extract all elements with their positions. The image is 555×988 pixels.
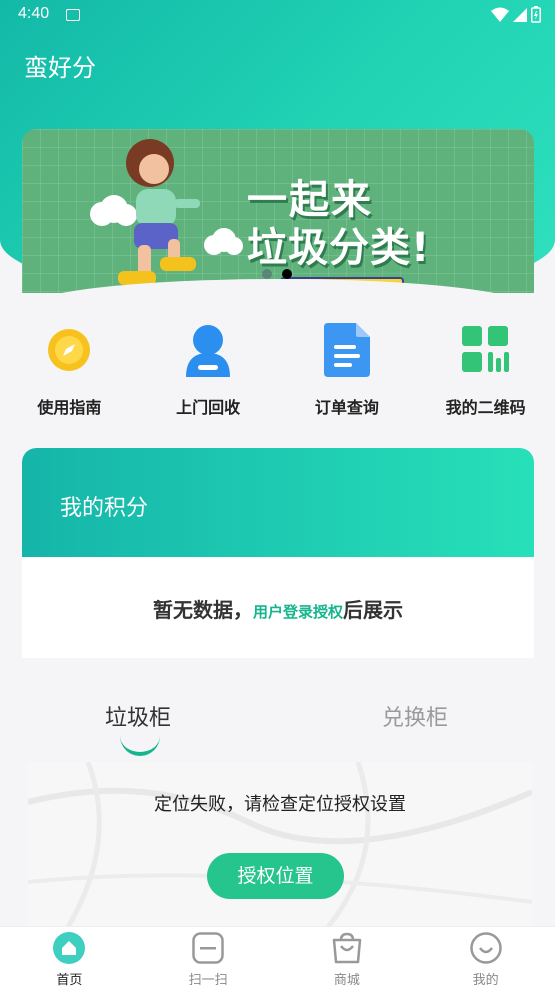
points-title: 我的积分 bbox=[60, 496, 149, 521]
status-time: 4:40 bbox=[18, 5, 50, 22]
points-empty-prefix: 暂无数据， bbox=[152, 598, 253, 622]
battery-icon bbox=[531, 6, 541, 23]
nav-label: 我的 bbox=[472, 973, 499, 988]
notification-photo-icon bbox=[66, 9, 80, 21]
quick-action-label: 我的二维码 bbox=[445, 398, 526, 417]
nav-label: 扫一扫 bbox=[188, 973, 228, 988]
banner-headline-line2: 垃圾分类! bbox=[247, 225, 431, 271]
quick-action-qrcode[interactable]: 我的二维码 bbox=[416, 318, 555, 428]
nav-label: 商城 bbox=[333, 973, 360, 988]
quick-action-label: 使用指南 bbox=[37, 398, 102, 417]
quick-action-orders[interactable]: 订单查询 bbox=[278, 318, 417, 428]
scan-icon bbox=[192, 931, 224, 964]
points-empty-suffix: 后展示 bbox=[343, 598, 403, 622]
carousel-indicator bbox=[262, 269, 292, 279]
carousel-dot-active[interactable] bbox=[282, 269, 292, 279]
cabinet-tabs: 垃圾柜 兑换柜 bbox=[0, 700, 555, 760]
location-failed-message: 定位失败，请检查定位授权设置 bbox=[154, 794, 406, 815]
nav-item-scan[interactable]: 扫一扫 bbox=[139, 927, 278, 988]
carousel-dot[interactable] bbox=[262, 269, 272, 279]
map-background bbox=[28, 762, 532, 927]
login-auth-link[interactable]: 用户登录授权 bbox=[253, 603, 343, 621]
girl-illustration bbox=[90, 139, 243, 285]
tab-garbage-cabinet[interactable]: 垃圾柜 bbox=[105, 700, 171, 732]
quick-action-label: 订单查询 bbox=[314, 398, 379, 417]
points-card: 我的积分 暂无数据，用户登录授权后展示 bbox=[22, 448, 534, 658]
user-icon bbox=[186, 325, 231, 377]
app-title: 蛮好分 bbox=[24, 54, 96, 82]
tab-exchange-cabinet[interactable]: 兑换柜 bbox=[382, 700, 448, 732]
banner-carousel[interactable]: 一起来 垃圾分类! 开始游戏 bbox=[22, 129, 534, 293]
map-area[interactable]: 定位失败，请检查定位授权设置 授权位置 bbox=[28, 762, 532, 927]
nav-item-mine[interactable]: 我的 bbox=[416, 927, 555, 988]
nav-item-home[interactable]: 首页 bbox=[0, 927, 139, 988]
home-icon bbox=[53, 931, 86, 964]
smile-icon bbox=[469, 931, 502, 964]
compass-icon bbox=[48, 329, 91, 371]
quick-action-label: 上门回收 bbox=[176, 398, 241, 417]
status-bar: 4:40 bbox=[0, 0, 555, 32]
points-empty-message: 暂无数据，用户登录授权后展示 bbox=[22, 594, 534, 623]
quick-action-pickup[interactable]: 上门回收 bbox=[139, 318, 278, 428]
shopping-bag-icon bbox=[332, 932, 362, 963]
authorize-location-button[interactable]: 授权位置 bbox=[207, 853, 344, 899]
status-icons bbox=[491, 6, 541, 23]
quick-actions: 使用指南 上门回收 订单查询 我的二维码 bbox=[0, 318, 555, 428]
signal-icon bbox=[513, 7, 527, 22]
bottom-navigation: 首页 扫一扫 商城 我的 bbox=[0, 926, 555, 988]
quick-action-guide[interactable]: 使用指南 bbox=[0, 318, 139, 428]
nav-item-mall[interactable]: 商城 bbox=[278, 927, 417, 988]
document-icon bbox=[323, 323, 370, 377]
wifi-icon bbox=[491, 7, 509, 22]
qrcode-icon bbox=[461, 326, 509, 372]
nav-label: 首页 bbox=[56, 973, 83, 988]
